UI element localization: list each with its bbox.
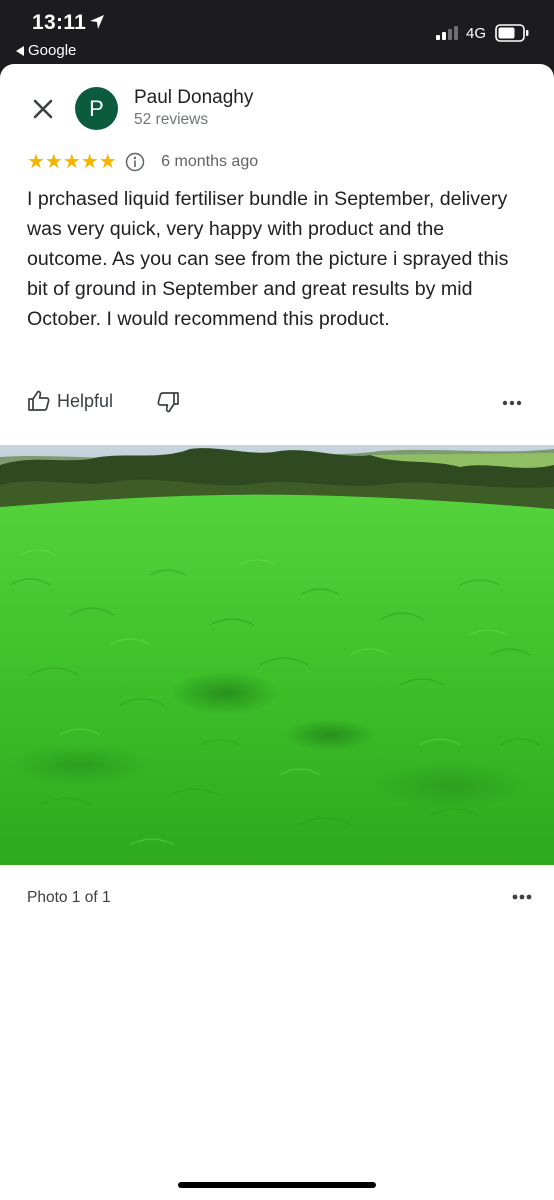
battery-icon bbox=[495, 24, 529, 42]
author-name[interactable]: Paul Donaghy bbox=[134, 87, 253, 109]
review-time-ago: 6 months ago bbox=[161, 153, 259, 170]
helpful-button[interactable]: Helpful bbox=[27, 389, 113, 413]
rating-row: ★★★★★ 6 months ago bbox=[27, 150, 258, 174]
cellular-signal-icon bbox=[436, 26, 458, 40]
close-icon[interactable] bbox=[28, 94, 58, 124]
thumb-down-icon[interactable] bbox=[156, 390, 180, 414]
back-to-app-link[interactable]: Google bbox=[16, 42, 76, 59]
avatar[interactable]: P bbox=[75, 87, 118, 130]
review-sheet: P Paul Donaghy 52 reviews ★★★★★ 6 months… bbox=[0, 64, 554, 1200]
more-horizontal-icon[interactable] bbox=[501, 400, 523, 406]
review-photo[interactable] bbox=[0, 445, 554, 865]
status-bar: 13:11 Google 4G bbox=[0, 0, 554, 64]
thumb-up-icon bbox=[28, 390, 50, 411]
author-review-count: 52 reviews bbox=[134, 111, 209, 128]
home-indicator[interactable] bbox=[178, 1182, 376, 1188]
network-type: 4G bbox=[466, 25, 487, 42]
review-actions: Helpful bbox=[27, 389, 527, 417]
photo-counter: Photo 1 of 1 bbox=[27, 889, 111, 906]
back-arrow-icon bbox=[16, 45, 24, 56]
status-time: 13:11 bbox=[32, 11, 87, 34]
review-text: I prchased liquid fertiliser bundle in S… bbox=[27, 188, 509, 330]
back-app-label: Google bbox=[28, 42, 77, 59]
location-arrow-icon bbox=[90, 15, 104, 29]
helpful-label: Helpful bbox=[57, 390, 114, 411]
avatar-initial: P bbox=[89, 95, 104, 121]
info-icon[interactable] bbox=[125, 152, 145, 172]
photo-more-icon[interactable] bbox=[511, 894, 533, 900]
star-rating: ★★★★★ bbox=[27, 151, 117, 173]
